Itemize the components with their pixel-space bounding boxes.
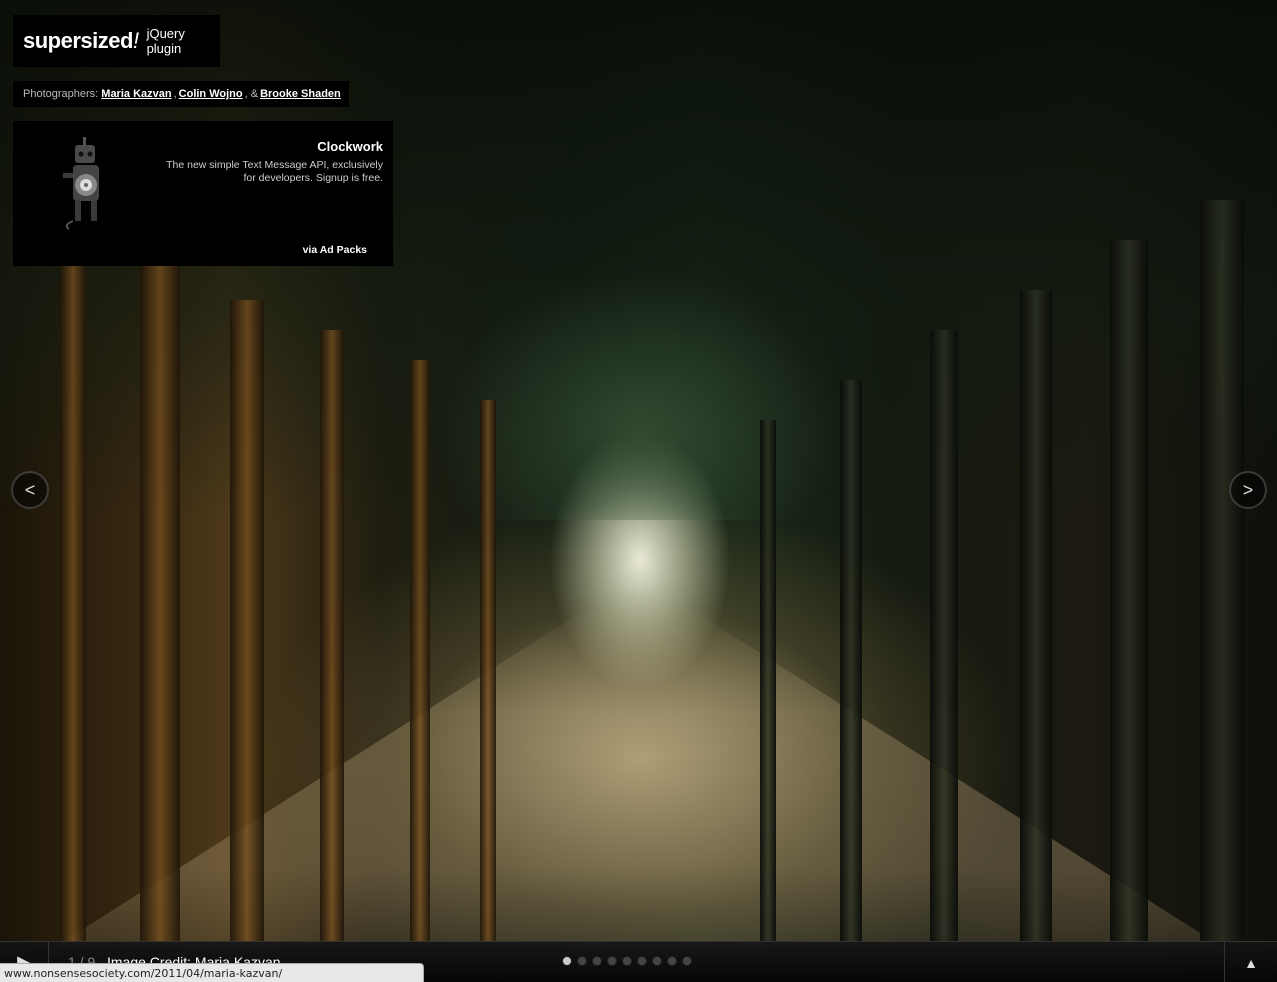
- ad-title[interactable]: Clockwork: [317, 139, 383, 154]
- photographer-link-colin[interactable]: Colin Wojno: [179, 88, 243, 100]
- tree-trunk: [840, 380, 862, 942]
- slideshow-stage: supersized! jQuery plugin Photographers:…: [0, 0, 1277, 982]
- tree-trunk: [1020, 290, 1052, 942]
- supersized-logo[interactable]: supersized! jQuery plugin: [13, 15, 220, 67]
- slide-dot[interactable]: [562, 956, 572, 966]
- tree-trunk: [480, 400, 496, 942]
- ad-description: The new simple Text Message API, exclusi…: [166, 159, 383, 184]
- photographer-credits: Photographers: Maria Kazvan, Colin Wojno…: [13, 81, 349, 107]
- tree-trunk: [760, 420, 776, 942]
- next-slide-button[interactable]: >: [1229, 471, 1267, 509]
- forest-road: [0, 600, 1277, 982]
- credits-prefix: Photographers:: [23, 88, 99, 100]
- thumbnail-tray-button[interactable]: ▲: [1224, 942, 1277, 982]
- photographer-link-maria[interactable]: Maria Kazvan: [101, 88, 171, 100]
- tree-trunk: [410, 360, 430, 942]
- logo-wordmark: supersized!: [23, 28, 139, 53]
- tree-trunk: [60, 230, 86, 942]
- credits-separator: ,: [173, 88, 177, 100]
- tree-trunk: [930, 330, 958, 942]
- slide-indicator-dots: [562, 956, 692, 966]
- logo-subtitle: jQuery plugin: [146, 26, 185, 56]
- slide-dot[interactable]: [682, 956, 692, 966]
- slide-dot[interactable]: [667, 956, 677, 966]
- tree-trunk: [320, 330, 344, 942]
- tree-trunk: [230, 300, 264, 942]
- tree-trunk: [1200, 200, 1244, 942]
- slide-dot[interactable]: [637, 956, 647, 966]
- slide-dot[interactable]: [622, 956, 632, 966]
- browser-status-url: www.nonsensesociety.com/2011/04/maria-ka…: [0, 963, 424, 982]
- robot-icon: [63, 137, 99, 230]
- tree-trunk: [1110, 240, 1148, 942]
- slide-dot[interactable]: [652, 956, 662, 966]
- tray-up-icon: ▲: [1244, 954, 1258, 971]
- slide-dot[interactable]: [592, 956, 602, 966]
- credits-separator: , &: [244, 88, 259, 100]
- ad-panel[interactable]: Clockwork The new simple Text Message AP…: [13, 121, 393, 266]
- ad-via-link[interactable]: via Ad Packs: [303, 244, 367, 256]
- prev-slide-button[interactable]: <: [11, 471, 49, 509]
- slide-dot[interactable]: [577, 956, 587, 966]
- slide-dot[interactable]: [607, 956, 617, 966]
- photographer-link-brooke[interactable]: Brooke Shaden: [260, 88, 341, 100]
- chevron-left-icon: <: [24, 479, 36, 500]
- tree-trunk: [140, 260, 180, 942]
- chevron-right-icon: >: [1242, 479, 1254, 500]
